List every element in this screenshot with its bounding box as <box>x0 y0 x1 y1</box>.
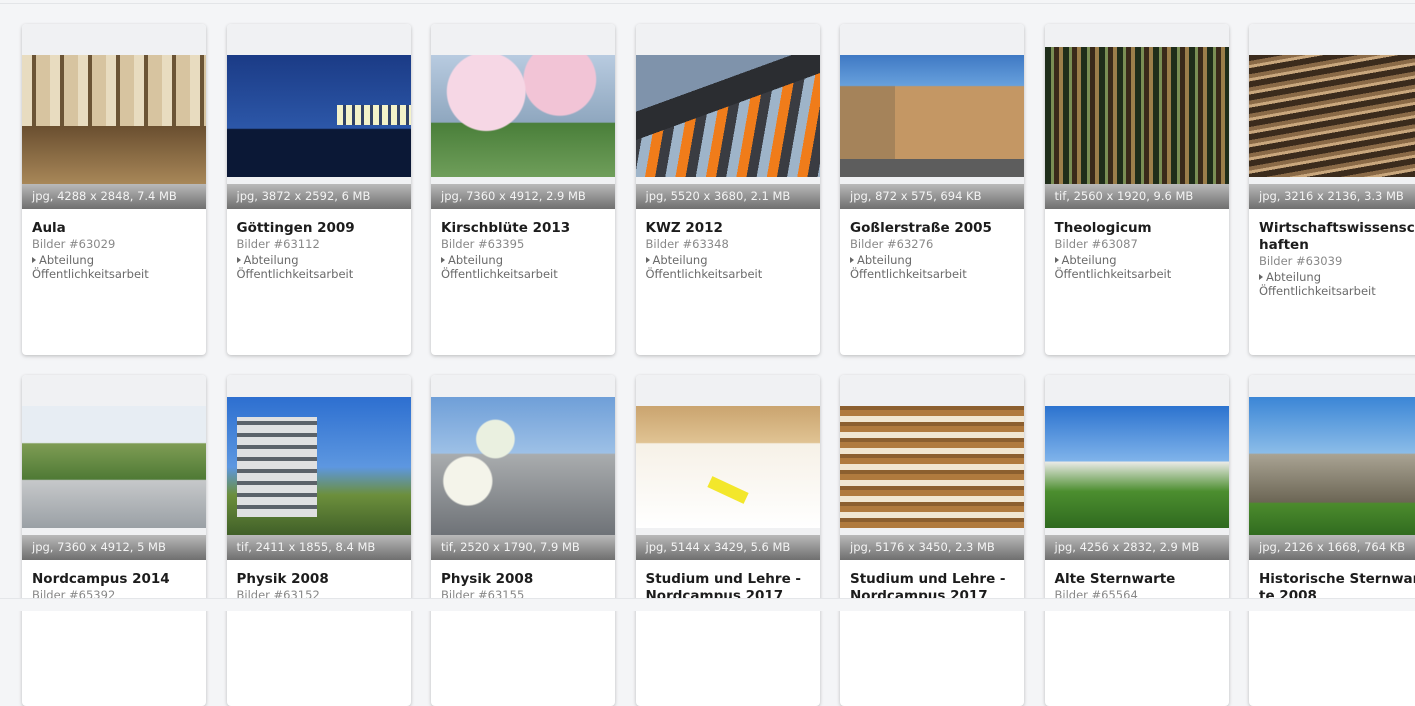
caret-right-icon <box>441 257 445 263</box>
card-thumbnail[interactable]: jpg, 3216 x 2136, 3.3 MB <box>1249 24 1415 209</box>
card-title[interactable]: Theologicum <box>1055 220 1219 237</box>
card-thumbnail[interactable]: tif, 2560 x 1920, 9.6 MB <box>1044 24 1229 209</box>
image-card-aula[interactable]: jpg, 4288 x 2848, 7.4 MB Aula Bilder #63… <box>22 24 206 355</box>
card-thumbnail[interactable]: jpg, 3872 x 2592, 6 MB <box>226 24 411 209</box>
caret-right-icon <box>32 257 36 263</box>
night-tree-building-photo <box>226 55 411 177</box>
card-department[interactable]: Abteilung Öffentlichkeitsarbeit <box>32 253 196 281</box>
card-id: Bilder #63029 <box>32 237 116 251</box>
image-card-kirschbluete-2013[interactable]: jpg, 7360 x 4912, 2.9 MB Kirschblüte 201… <box>431 24 615 355</box>
card-department[interactable]: Abteilung Öffentlichkeitsarbeit <box>645 253 810 281</box>
card-thumbnail[interactable]: jpg, 5176 x 3450, 2.3 MB <box>840 375 1024 560</box>
card-thumbnail[interactable]: jpg, 5520 x 3680, 2.1 MB <box>635 24 820 209</box>
lecture-hall-photo <box>1249 55 1415 177</box>
physics-building-photo <box>226 397 411 537</box>
card-title[interactable]: Kirschblüte 2013 <box>441 220 605 237</box>
notes-writing-photo <box>635 406 820 528</box>
caret-right-icon <box>1259 274 1263 280</box>
card-title[interactable]: Alte Sternwarte <box>1055 571 1219 588</box>
file-meta-bar: tif, 2560 x 1920, 9.6 MB <box>1044 184 1229 209</box>
card-thumbnail[interactable]: jpg, 7360 x 4912, 2.9 MB <box>431 24 615 209</box>
file-meta-bar: jpg, 2126 x 1668, 764 KB <box>1249 535 1415 560</box>
card-department[interactable]: Abteilung Öffentlichkeitsarbeit <box>441 253 605 281</box>
card-title[interactable]: Wirtschaftswissenschaften <box>1259 220 1415 254</box>
brick-building-photo <box>840 55 1024 177</box>
top-divider <box>0 3 1415 4</box>
image-card-theologicum[interactable]: tif, 2560 x 1920, 9.6 MB Theologicum Bil… <box>1044 24 1229 355</box>
card-thumbnail[interactable]: jpg, 7360 x 4912, 5 MB <box>22 375 206 560</box>
caret-right-icon <box>645 257 650 263</box>
image-card-goettingen-2009[interactable]: jpg, 3872 x 2592, 6 MB Göttingen 2009 Bi… <box>226 24 411 355</box>
cherry-blossom-photo <box>431 55 615 177</box>
card-thumbnail[interactable]: jpg, 5144 x 3429, 5.6 MB <box>635 375 820 560</box>
card-department[interactable]: Abteilung Öffentlichkeitsarbeit <box>236 253 401 281</box>
image-card-historische-sternwarte-2008[interactable]: jpg, 2126 x 1668, 764 KB Historische Ste… <box>1249 375 1415 706</box>
aula-hall-photo <box>22 55 206 184</box>
card-id: Bilder #63112 <box>236 237 320 251</box>
card-title[interactable]: Nordcampus 2014 <box>32 571 196 588</box>
card-id: Bilder #63395 <box>441 237 525 251</box>
file-meta-bar: jpg, 5144 x 3429, 5.6 MB <box>635 535 820 560</box>
file-meta-bar: tif, 2520 x 1790, 7.9 MB <box>431 535 615 560</box>
image-card-wirtschaftswissenschaften[interactable]: jpg, 3216 x 2136, 3.3 MB Wirtschaftswiss… <box>1249 24 1415 355</box>
image-card-studium-und-lehre-a[interactable]: jpg, 5144 x 3429, 5.6 MB Studium und Leh… <box>635 375 820 706</box>
file-meta-bar: jpg, 5520 x 3680, 2.1 MB <box>635 184 820 209</box>
card-title[interactable]: KWZ 2012 <box>646 220 810 237</box>
card-thumbnail[interactable]: jpg, 4288 x 2848, 7.4 MB <box>22 24 206 209</box>
card-title[interactable]: Goßlerstraße 2005 <box>850 220 1014 237</box>
card-department[interactable]: Abteilung Öffentlichkeitsarbeit <box>1259 270 1415 298</box>
image-card-kwz-2012[interactable]: jpg, 5520 x 3680, 2.1 MB KWZ 2012 Bilder… <box>635 24 820 355</box>
image-card-alte-sternwarte[interactable]: jpg, 4256 x 2832, 2.9 MB Alte Sternwarte… <box>1044 375 1229 706</box>
image-card-physik-2008-b[interactable]: tif, 2520 x 1790, 7.9 MB Physik 2008 Bil… <box>431 375 615 706</box>
library-bookshelf-photo <box>1044 47 1229 185</box>
file-meta-bar: jpg, 5176 x 3450, 2.3 MB <box>840 535 1024 560</box>
observatory-photo <box>1044 406 1229 528</box>
historic-observatory-photo <box>1249 397 1415 537</box>
caret-right-icon <box>236 257 241 263</box>
file-meta-bar: jpg, 7360 x 4912, 2.9 MB <box>431 184 615 209</box>
card-title[interactable]: Aula <box>32 220 196 237</box>
card-thumbnail[interactable]: jpg, 872 x 575, 694 KB <box>840 24 1024 209</box>
bottom-divider <box>0 598 1415 611</box>
file-meta-bar: jpg, 4256 x 2832, 2.9 MB <box>1044 535 1229 560</box>
card-thumbnail[interactable]: jpg, 2126 x 1668, 764 KB <box>1249 375 1415 560</box>
file-meta-bar: tif, 2411 x 1855, 8.4 MB <box>226 535 411 560</box>
image-card-studium-und-lehre-b[interactable]: jpg, 5176 x 3450, 2.3 MB Studium und Leh… <box>840 375 1024 706</box>
card-department[interactable]: Abteilung Öffentlichkeitsarbeit <box>850 253 1014 281</box>
card-thumbnail[interactable]: tif, 2411 x 1855, 8.4 MB <box>226 375 411 560</box>
card-id: Bilder #63276 <box>850 237 934 251</box>
file-meta-bar: jpg, 872 x 575, 694 KB <box>840 184 1024 209</box>
card-id: Bilder #63039 <box>1259 254 1343 268</box>
card-department[interactable]: Abteilung Öffentlichkeitsarbeit <box>1054 253 1219 281</box>
card-thumbnail[interactable]: jpg, 4256 x 2832, 2.9 MB <box>1044 375 1229 560</box>
card-title[interactable]: Physik 2008 <box>441 571 605 588</box>
caret-right-icon <box>1054 257 1059 263</box>
auditorium-photo <box>840 406 1024 528</box>
card-id: Bilder #63087 <box>1054 237 1138 251</box>
file-meta-bar: jpg, 4288 x 2848, 7.4 MB <box>22 184 206 209</box>
card-title[interactable]: Physik 2008 <box>237 571 401 588</box>
card-id: Bilder #63348 <box>645 237 729 251</box>
caret-right-icon <box>850 257 854 263</box>
image-card-physik-2008-a[interactable]: tif, 2411 x 1855, 8.4 MB Physik 2008 Bil… <box>226 375 411 706</box>
campus-landscape-photo <box>22 406 206 528</box>
colorful-facade-photo <box>635 55 820 177</box>
image-card-gosslerstrasse-2005[interactable]: jpg, 872 x 575, 694 KB Goßlerstraße 2005… <box>840 24 1024 355</box>
card-thumbnail[interactable]: tif, 2520 x 1790, 7.9 MB <box>431 375 615 560</box>
image-card-nordcampus-2014[interactable]: jpg, 7360 x 4912, 5 MB Nordcampus 2014 B… <box>22 375 206 706</box>
card-title[interactable]: Göttingen 2009 <box>237 220 401 237</box>
file-meta-bar: jpg, 3216 x 2136, 3.3 MB <box>1249 184 1415 209</box>
file-meta-bar: jpg, 7360 x 4912, 5 MB <box>22 535 206 560</box>
file-meta-bar: jpg, 3872 x 2592, 6 MB <box>226 184 411 209</box>
physics-blossom-photo <box>431 397 615 537</box>
